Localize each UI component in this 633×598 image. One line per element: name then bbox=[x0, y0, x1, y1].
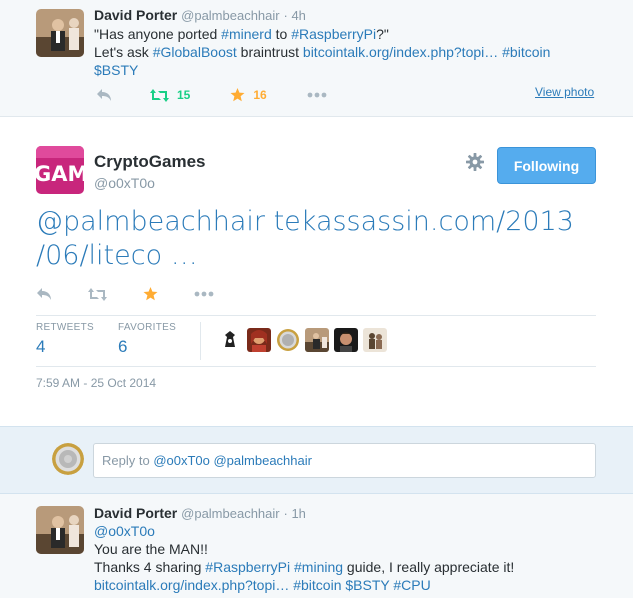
avatar[interactable] bbox=[36, 9, 84, 57]
tweet-link[interactable]: bitcointalk.org/index.php?topi… bbox=[94, 577, 289, 593]
avatar[interactable] bbox=[52, 443, 84, 475]
svg-text:GAM: GAM bbox=[36, 162, 84, 186]
reply-placeholder: Reply to bbox=[102, 453, 154, 468]
tweet-text-line: Let's ask #GlobalBoost braintrust bitcoi… bbox=[94, 43, 550, 61]
reply-bar: Reply to @o0xT0o @palmbeachhair bbox=[0, 426, 633, 494]
tweet-text-segment: braintrust bbox=[236, 44, 303, 60]
author-handle[interactable]: @palmbeachhair bbox=[181, 506, 279, 521]
retweet-button[interactable]: 15 bbox=[150, 88, 190, 102]
tweet-time[interactable]: · 4h bbox=[284, 8, 306, 23]
tweet-actions: 15 16 bbox=[96, 88, 357, 102]
tweet-text-line: $BSTY bbox=[94, 61, 550, 79]
tweet-link[interactable]: #minerd bbox=[221, 26, 272, 42]
tweet-david-porter-2[interactable]: David Porter @palmbeachhair · 1h @o0xT0o… bbox=[0, 494, 633, 598]
tweet-link[interactable]: #RaspberryPi bbox=[205, 559, 290, 575]
tweet-text-segment: You are the MAN!! bbox=[94, 541, 208, 557]
avatar[interactable]: GAM bbox=[36, 146, 84, 194]
tweet-text: @palmbeachhair tekassassin.com/2013 /06/… bbox=[36, 205, 596, 273]
author-name[interactable]: David Porter bbox=[94, 505, 177, 521]
retweet-icon[interactable] bbox=[88, 287, 107, 301]
favorites-label: FAVORITES bbox=[118, 322, 177, 333]
favoriter-avatar[interactable] bbox=[276, 328, 300, 352]
retweets-stat[interactable]: RETWEETS 4 bbox=[36, 322, 94, 357]
favoriter-avatar[interactable] bbox=[305, 328, 329, 352]
avatar[interactable] bbox=[36, 506, 84, 554]
tweet-header: CryptoGames @o0xT0o bbox=[94, 152, 205, 191]
tweet-text-segment: Thanks 4 sharing bbox=[94, 559, 206, 575]
stats-divider bbox=[200, 322, 201, 360]
view-photo-link[interactable]: View photo bbox=[535, 85, 594, 99]
more-icon[interactable] bbox=[194, 291, 214, 297]
tweet-link[interactable]: #RaspberryPi bbox=[291, 26, 376, 42]
tweet-text-line: "Has anyone ported #minerd to #Raspberry… bbox=[94, 25, 550, 43]
favorite-icon[interactable] bbox=[143, 287, 158, 301]
author-name[interactable]: CryptoGames bbox=[94, 152, 205, 172]
favorites-value: 6 bbox=[118, 337, 128, 356]
tweet-actions bbox=[36, 287, 244, 301]
tweet-text-line: You are the MAN!! bbox=[94, 540, 514, 558]
tweet-link[interactable]: #CPU bbox=[393, 577, 430, 593]
favorite-button[interactable]: 16 bbox=[230, 88, 267, 102]
reply-icon[interactable] bbox=[96, 88, 112, 102]
retweet-icon bbox=[150, 88, 169, 102]
tweet-header: David Porter @palmbeachhair · 1h bbox=[94, 505, 306, 521]
tweet-link[interactable]: #mining bbox=[294, 559, 343, 575]
tweet-link[interactable]: $BSTY bbox=[94, 62, 138, 78]
tweet-text-line[interactable]: @palmbeachhair tekassassin.com/2013 bbox=[36, 205, 596, 239]
author-name[interactable]: David Porter bbox=[94, 7, 177, 23]
tweet-text: "Has anyone ported #minerd to #Raspberry… bbox=[94, 25, 550, 79]
tweet-david-porter-1[interactable]: David Porter @palmbeachhair · 4h "Has an… bbox=[0, 0, 633, 117]
tweet-text-segment: Let's ask bbox=[94, 44, 153, 60]
tweet-text: @o0xT0o You are the MAN!! Thanks 4 shari… bbox=[94, 522, 514, 594]
gear-icon[interactable] bbox=[466, 153, 484, 174]
tweet-link[interactable]: $BSTY bbox=[345, 577, 389, 593]
favoriter-avatar[interactable] bbox=[334, 328, 358, 352]
tweet-timestamp[interactable]: 7:59 AM - 25 Oct 2014 bbox=[36, 376, 156, 390]
following-button[interactable]: Following bbox=[497, 147, 596, 184]
tweet-text-line: @o0xT0o bbox=[94, 522, 514, 540]
favoriter-avatar[interactable] bbox=[218, 328, 242, 352]
tweet-text-segment: guide, I really appreciate it! bbox=[343, 559, 515, 575]
tweet-cryptogames: GAM CryptoGames @o0xT0o Following @palmb… bbox=[0, 117, 633, 425]
tweet-text-segment: ?" bbox=[376, 26, 389, 42]
reply-input[interactable]: Reply to @o0xT0o @palmbeachhair bbox=[93, 443, 596, 478]
tweet-text-segment: "Has anyone ported bbox=[94, 26, 222, 42]
more-icon[interactable] bbox=[307, 92, 327, 98]
author-handle[interactable]: @palmbeachhair bbox=[181, 8, 279, 23]
tweet-header: David Porter @palmbeachhair · 4h bbox=[94, 7, 306, 23]
tweet-link[interactable]: #GlobalBoost bbox=[153, 44, 237, 60]
tweet-stats: RETWEETS 4 FAVORITES 6 bbox=[36, 315, 596, 367]
favorites-stat[interactable]: FAVORITES 6 bbox=[118, 322, 176, 357]
favoriter-avatars bbox=[218, 328, 392, 352]
tweet-link[interactable]: #bitcoin bbox=[502, 44, 550, 60]
favoriter-avatar[interactable] bbox=[363, 328, 387, 352]
tweet-link[interactable]: bitcointalk.org/index.php?topi… bbox=[303, 44, 498, 60]
tweet-text-line[interactable]: /06/liteco … bbox=[36, 239, 596, 273]
favorite-icon bbox=[230, 88, 245, 102]
reply-icon[interactable] bbox=[36, 287, 52, 301]
retweets-value: 4 bbox=[36, 337, 46, 356]
tweet-time[interactable]: · 1h bbox=[284, 506, 306, 521]
tweet-text-segment: to bbox=[271, 26, 292, 42]
retweets-label: RETWEETS bbox=[36, 322, 94, 333]
tweet-link[interactable]: #bitcoin bbox=[293, 577, 341, 593]
author-handle[interactable]: @o0xT0o bbox=[94, 175, 205, 191]
favoriter-avatar[interactable] bbox=[247, 328, 271, 352]
favorite-count: 16 bbox=[253, 88, 267, 102]
tweet-link[interactable]: @o0xT0o bbox=[94, 523, 155, 539]
tweet-text-line: bitcointalk.org/index.php?topi… #bitcoin… bbox=[94, 576, 514, 594]
reply-handles: @o0xT0o @palmbeachhair bbox=[153, 453, 312, 468]
retweet-count: 15 bbox=[177, 88, 191, 102]
tweet-text-line: Thanks 4 sharing #RaspberryPi #mining gu… bbox=[94, 558, 514, 576]
